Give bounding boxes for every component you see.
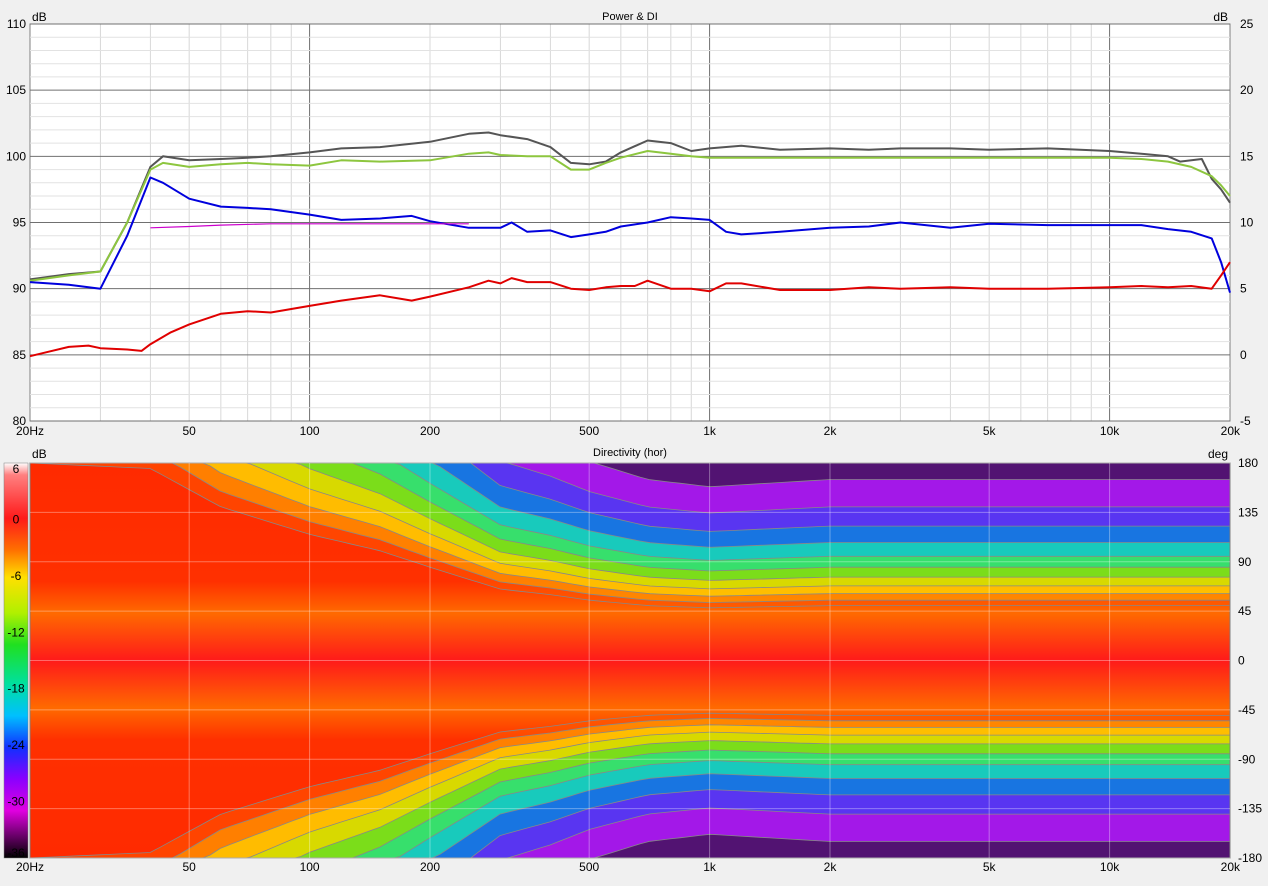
colorbar-tick-label: -12 [7, 625, 25, 639]
chart2-y2tick-label: 0 [1238, 654, 1245, 668]
chart1-xtick-label: 500 [579, 424, 599, 438]
chart1-xtick-label: 100 [300, 424, 320, 438]
chart2-y2tick-label: 180 [1238, 456, 1258, 470]
chart2-xtick-label: 50 [182, 860, 196, 874]
chart1-ylabel: dB [32, 10, 47, 24]
chart2-y2tick-label: 90 [1238, 555, 1252, 569]
colorbar-tick-label: 0 [13, 512, 20, 526]
colorbar-tick-label: -6 [11, 569, 22, 583]
chart1-ytick-label: 80 [13, 414, 27, 428]
chart1-xtick-label: 50 [182, 424, 196, 438]
chart2-xtick-label: 200 [420, 860, 440, 874]
chart1-y2tick-label: 0 [1240, 348, 1247, 362]
chart1-xtick-label: 10k [1100, 424, 1120, 438]
chart2-y2tick-label: -45 [1238, 703, 1256, 717]
chart2-y2tick-label: -135 [1238, 802, 1262, 816]
chart2-xtick-label: 5k [983, 860, 997, 874]
chart1-ytick-label: 95 [13, 216, 27, 230]
chart1-xtick-label: 2k [824, 424, 838, 438]
chart2-y2tick-label: -180 [1238, 851, 1262, 865]
chart2-xtick-label: 2k [824, 860, 838, 874]
colorbar-tick-label: -30 [7, 795, 25, 809]
chart2-xtick-label: 100 [300, 860, 320, 874]
chart2-title: Directivity (hor) [593, 447, 667, 459]
chart1-xtick-label: 1k [703, 424, 717, 438]
chart1-y2tick-label: 15 [1240, 149, 1254, 163]
app-window: 20Hz 50 100 200 500 1k 2k 5k 10k 20k 110 105 100 95 90… [0, 0, 1268, 886]
colorbar-tick-label: -24 [7, 738, 25, 752]
colorbar-tick-label: -18 [7, 682, 25, 696]
power-di-chart: 20Hz 50 100 200 500 1k 2k 5k 10k 20k1101051009590… [0, 0, 1268, 440]
chart2-y2tick-label: 45 [1238, 604, 1252, 618]
chart2-y2tick-label: -90 [1238, 752, 1256, 766]
chart1-ytick-label: 90 [13, 282, 27, 296]
chart2-y2label: deg [1208, 447, 1228, 461]
chart2-xtick-label: 500 [579, 860, 599, 874]
chart1-y2tick-label: 25 [1240, 17, 1254, 31]
chart1-y2label: dB [1213, 10, 1228, 24]
chart1-xtick-label: 200 [420, 424, 440, 438]
colorbar-tick-label: 6 [13, 462, 20, 476]
chart2-xtick-label: 10k [1100, 860, 1120, 874]
chart2-xtick-label: 20Hz [16, 860, 44, 874]
chart1-xtick-label: 20k [1221, 424, 1241, 438]
directivity-chart: 20Hz 50 100 200 500 1k 2k 5k 10k 20k18013590450-4… [0, 440, 1268, 886]
chart1-y2tick-label: -5 [1240, 414, 1251, 428]
chart1-xtick-label: 5k [983, 424, 997, 438]
chart1-y2tick-label: 10 [1240, 216, 1254, 230]
chart1-title: Power & DI [602, 11, 658, 23]
chart1-ytick-label: 105 [6, 83, 26, 97]
chart2-xtick-label: 1k [703, 860, 717, 874]
chart1-ytick-label: 100 [6, 149, 26, 163]
colorbar-tick-label: -36 [7, 846, 25, 860]
chart1-ytick-label: 85 [13, 348, 27, 362]
chart1-ytick-label: 110 [7, 17, 26, 31]
chart2-y2tick-label: 135 [1238, 505, 1258, 519]
chart1-y2tick-label: 5 [1240, 282, 1247, 296]
chart2-ylabel: dB [32, 447, 47, 461]
chart1-y2tick-label: 20 [1240, 83, 1254, 97]
